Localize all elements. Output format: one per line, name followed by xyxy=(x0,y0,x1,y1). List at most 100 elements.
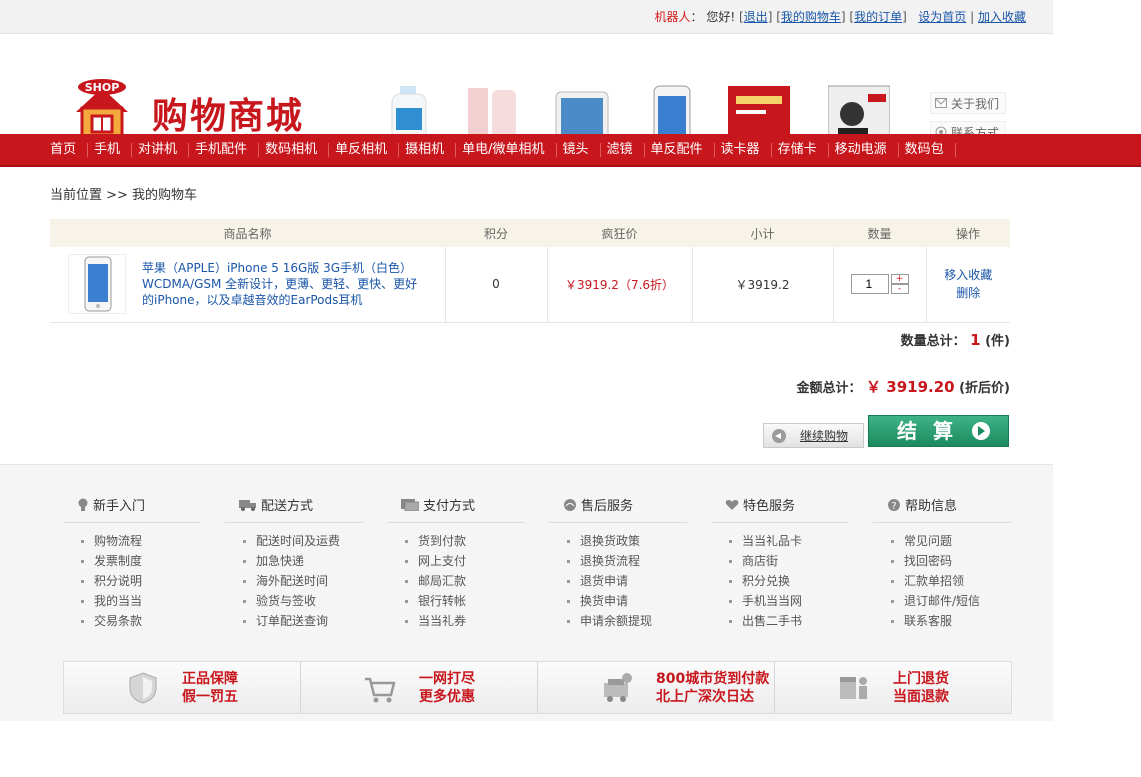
nav-item[interactable]: 首页 xyxy=(44,134,89,165)
footer-link[interactable]: 验货与签收 xyxy=(243,591,363,611)
quantity-stepper: + - xyxy=(850,274,909,295)
footer-link[interactable]: 商店街 xyxy=(729,551,849,571)
footer-link[interactable]: 常见问题 xyxy=(891,531,1011,551)
nav-item[interactable]: 镜头 xyxy=(557,134,601,165)
footer-link[interactable]: 积分说明 xyxy=(81,571,201,591)
nav-item[interactable]: 单电/微单相机 xyxy=(456,134,557,165)
price-cell: ￥3919.2（7.6折） xyxy=(547,247,693,323)
col-header-name: 商品名称 xyxy=(50,219,445,247)
amount-total-value: ￥ 3919.20 xyxy=(866,378,955,396)
bulb-icon xyxy=(78,498,88,511)
card-icon xyxy=(401,498,419,511)
guarantee-line1: 800城市货到付款 xyxy=(656,670,770,687)
footer-link[interactable]: 银行转帐 xyxy=(405,591,525,611)
footer-link[interactable]: 积分兑换 xyxy=(729,571,849,591)
col-header-points: 积分 xyxy=(445,219,547,247)
nav-item[interactable]: 移动电源 xyxy=(829,134,899,165)
footer: 新手入门 购物流程 发票制度 积分说明 我的当当 交易条款 配送方式 配送时间及… xyxy=(0,464,1053,721)
nav-item[interactable]: 单反配件 xyxy=(645,134,715,165)
footer-link[interactable]: 退订邮件/短信 xyxy=(891,591,1011,611)
footer-link[interactable]: 找回密码 xyxy=(891,551,1011,571)
question-icon: ? xyxy=(888,498,900,512)
my-cart-link[interactable]: 我的购物车 xyxy=(781,10,841,24)
guarantee-line2: 北上广深次日达 xyxy=(656,688,754,705)
nav-item[interactable]: 对讲机 xyxy=(132,134,190,165)
my-orders-link[interactable]: 我的订单 xyxy=(854,10,902,24)
amount-total-note: (折后价) xyxy=(959,381,1010,396)
footer-link[interactable]: 订单配送查询 xyxy=(243,611,363,631)
footer-col-aftersales: 售后服务 退换货政策 退换货流程 退货申请 换货申请 申请余额提现 xyxy=(549,495,687,631)
greeting: 您好! xyxy=(706,10,736,24)
nav-item[interactable]: 摄相机 xyxy=(399,134,457,165)
cart-icon xyxy=(365,677,396,702)
quantity-plus-button[interactable]: + xyxy=(890,274,909,285)
footer-link[interactable]: 交易条款 xyxy=(81,611,201,631)
continue-shopping-button[interactable]: 继续购物 xyxy=(763,423,864,448)
header: SHOP 购物商城 关于我们 联系方式 xyxy=(0,34,1141,161)
amount-total: 金额总计： ￥ 3919.20 (折后价) xyxy=(796,376,1010,397)
footer-link[interactable]: 汇款单招领 xyxy=(891,571,1011,591)
footer-link[interactable]: 加急快递 xyxy=(243,551,363,571)
footer-col-title: 特色服务 xyxy=(743,499,796,514)
about-us-label: 关于我们 xyxy=(951,96,1000,111)
guarantee-one-stop: 一网打尽 更多优惠 xyxy=(301,662,538,713)
footer-link[interactable]: 联系客服 xyxy=(891,611,1011,631)
footer-link[interactable]: 发票制度 xyxy=(81,551,201,571)
footer-link[interactable]: 退货申请 xyxy=(567,571,687,591)
product-thumbnail[interactable] xyxy=(68,254,126,315)
nav-item[interactable]: 手机配件 xyxy=(189,134,260,165)
footer-link[interactable]: 退换货流程 xyxy=(567,551,687,571)
checkout-button[interactable]: 结算 xyxy=(868,415,1009,447)
footer-link[interactable]: 配送时间及运费 xyxy=(243,531,363,551)
delete-link[interactable]: 删除 xyxy=(927,284,1011,302)
footer-link[interactable]: 海外配送时间 xyxy=(243,571,363,591)
product-name-link[interactable]: 苹果（APPLE）iPhone 5 16G版 3G手机（白色）WCDMA/GSM… xyxy=(142,260,427,308)
guarantee-line2: 当面退款 xyxy=(893,688,949,705)
nav-item[interactable]: 存储卡 xyxy=(772,134,829,165)
footer-col-delivery: 配送方式 配送时间及运费 加急快递 海外配送时间 验货与签收 订单配送查询 xyxy=(225,495,363,631)
add-favorite-link[interactable]: 加入收藏 xyxy=(978,10,1026,24)
guarantee-line2: 假一罚五 xyxy=(182,688,238,705)
cart-row: 苹果（APPLE）iPhone 5 16G版 3G手机（白色）WCDMA/GSM… xyxy=(50,247,1011,323)
service-icon xyxy=(564,498,576,511)
nav-item[interactable]: 手机 xyxy=(88,134,133,165)
move-to-favorites-link[interactable]: 移入收藏 xyxy=(927,266,1011,284)
heart-icon xyxy=(725,499,739,510)
footer-link[interactable]: 当当礼品卡 xyxy=(729,531,849,551)
footer-col-beginner: 新手入门 购物流程 发票制度 积分说明 我的当当 交易条款 xyxy=(63,495,201,631)
cart-header-row: 商品名称 积分 疯狂价 小计 数量 操作 xyxy=(50,219,1010,247)
about-us-link[interactable]: 关于我们 xyxy=(930,92,1007,114)
guarantee-cod: 800城市货到付款 北上广深次日达 xyxy=(538,662,775,713)
footer-link[interactable]: 邮局汇款 xyxy=(405,571,525,591)
footer-link[interactable]: 购物流程 xyxy=(81,531,201,551)
set-home-link[interactable]: 设为首页 xyxy=(918,10,966,24)
footer-link[interactable]: 手机当当网 xyxy=(729,591,849,611)
footer-link[interactable]: 货到付款 xyxy=(405,531,525,551)
nav-item[interactable]: 数码包 xyxy=(899,134,956,165)
shield-icon xyxy=(129,671,157,704)
footer-link[interactable]: 申请余额提现 xyxy=(567,611,687,631)
footer-col-title: 售后服务 xyxy=(581,499,634,514)
nav-item[interactable]: 滤镜 xyxy=(601,134,645,165)
logo-text: SHOP xyxy=(85,81,120,94)
footer-link[interactable]: 网上支付 xyxy=(405,551,525,571)
nav-item[interactable]: 数码相机 xyxy=(259,134,330,165)
footer-link[interactable]: 我的当当 xyxy=(81,591,201,611)
nav-item[interactable]: 单反相机 xyxy=(329,134,400,165)
nav-item[interactable]: 读卡器 xyxy=(715,134,772,165)
footer-link[interactable]: 出售二手书 xyxy=(729,611,849,631)
quantity-input[interactable] xyxy=(850,274,889,295)
username: 机器人 xyxy=(654,10,691,24)
footer-link[interactable]: 退换货政策 xyxy=(567,531,687,551)
cart-table: 商品名称 积分 疯狂价 小计 数量 操作 苹果（APPLE）iPhone 5 1… xyxy=(50,219,1010,323)
footer-link[interactable]: 换货申请 xyxy=(567,591,687,611)
logout-link[interactable]: 退出 xyxy=(744,10,768,24)
quantity-total: 数量总计： 1 (件) xyxy=(901,330,1010,349)
guarantee-bar: 正品保障 假一罚五 一网打尽 更多优惠 800城市货到付款 北上广深次日达 上门退货当… xyxy=(63,661,1012,714)
footer-col-help: ? 帮助信息 常见问题 找回密码 汇款单招领 退订邮件/短信 联系客服 xyxy=(873,495,1011,631)
footer-link[interactable]: 当当礼券 xyxy=(405,611,525,631)
back-arrow-icon xyxy=(772,428,786,443)
footer-col-features: 特色服务 当当礼品卡 商店街 积分兑换 手机当当网 出售二手书 xyxy=(711,495,849,631)
quantity-minus-button[interactable]: - xyxy=(890,284,909,295)
return-box-icon xyxy=(840,676,867,699)
